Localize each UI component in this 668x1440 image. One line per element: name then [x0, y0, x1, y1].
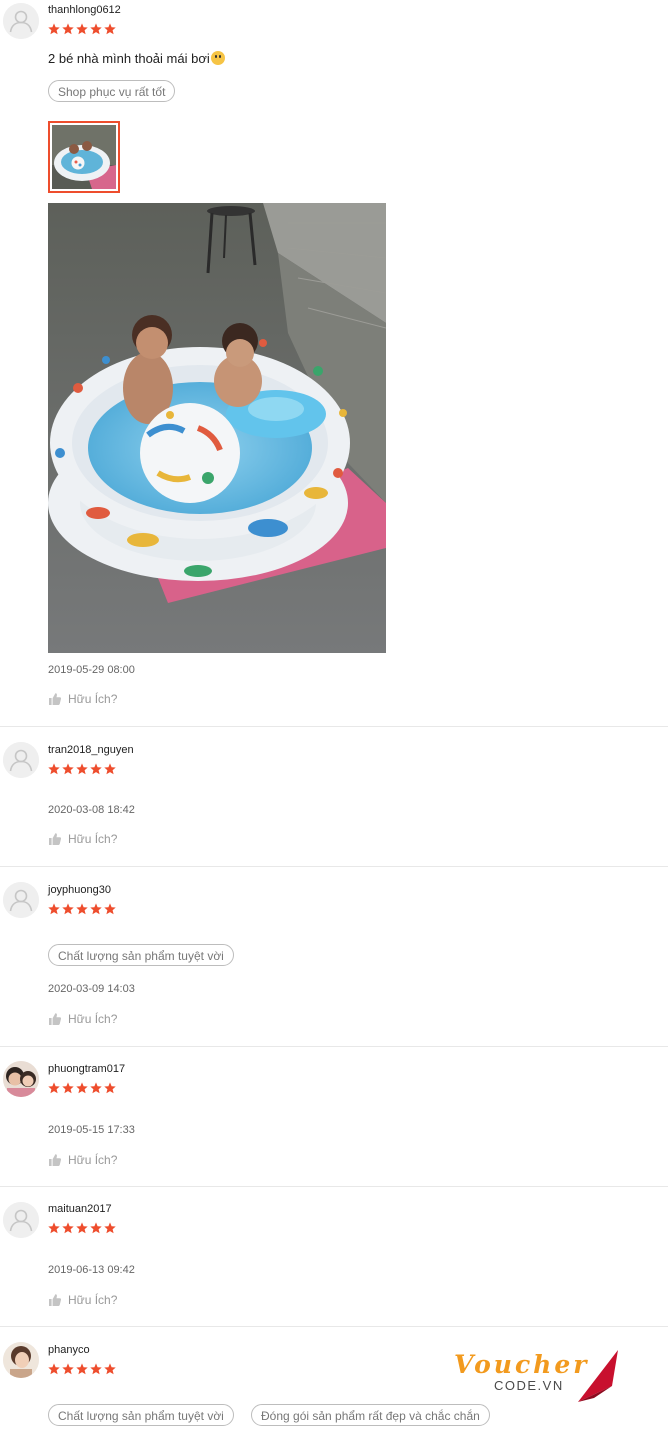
review-tag: Shop phục vụ rất tốt — [48, 80, 176, 102]
star-icon — [76, 903, 88, 915]
review-item: tran2018_nguyen 2020-03-08 18:42 Hữu Ích… — [0, 740, 668, 866]
review-tag: Chất lượng sản phẩm tuyệt vời — [48, 944, 234, 966]
review-divider — [0, 1186, 668, 1187]
rating-stars — [48, 763, 116, 775]
review-date: 2020-03-09 14:03 — [48, 983, 135, 995]
review-username[interactable]: tran2018_nguyen — [48, 744, 134, 756]
star-icon — [104, 1222, 116, 1234]
review-date: 2019-05-29 08:00 — [48, 664, 135, 676]
default-avatar-icon[interactable] — [3, 1202, 39, 1238]
star-icon — [90, 763, 102, 775]
review-date: 2020-03-08 18:42 — [48, 804, 135, 816]
star-icon — [90, 1082, 102, 1094]
rating-stars — [48, 23, 116, 35]
review-item: joyphuong30 Chất lượng sản phẩm tuyệt vờ… — [0, 880, 668, 1046]
star-icon — [76, 1222, 88, 1234]
helpful-button[interactable]: Hữu Ích? — [48, 692, 117, 706]
star-icon — [104, 903, 116, 915]
helpful-label: Hữu Ích? — [68, 1293, 118, 1307]
review-username[interactable]: joyphuong30 — [48, 884, 111, 896]
review-username[interactable]: phuongtram017 — [48, 1063, 125, 1075]
star-icon — [48, 1363, 60, 1375]
star-icon — [62, 763, 74, 775]
review-tag: Chất lượng sản phẩm tuyệt vời — [48, 1404, 234, 1426]
thumbs-up-icon — [48, 1012, 62, 1026]
star-icon — [90, 903, 102, 915]
star-icon — [90, 1363, 102, 1375]
review-divider — [0, 1046, 668, 1047]
review-photo[interactable] — [48, 203, 386, 653]
review-username[interactable]: phanyco — [48, 1344, 90, 1356]
star-icon — [104, 1363, 116, 1375]
helpful-button[interactable]: Hữu Ích? — [48, 1012, 117, 1026]
review-item: thanhlong0612 2 bé nhà mình thoải mái bơ… — [0, 0, 668, 726]
review-date: 2019-05-15 17:33 — [48, 1124, 135, 1136]
star-icon — [62, 903, 74, 915]
helpful-button[interactable]: Hữu Ích? — [48, 832, 117, 846]
star-icon — [76, 23, 88, 35]
star-icon — [48, 1222, 60, 1234]
logo-brand-text: Voucher — [454, 1350, 589, 1379]
review-divider — [0, 1326, 668, 1327]
thumbs-up-icon — [48, 1153, 62, 1167]
rating-stars — [48, 1082, 116, 1094]
grinning-face-emoji-icon — [210, 51, 225, 65]
photo-avatar[interactable] — [3, 1342, 39, 1378]
review-photo-thumbnail[interactable] — [48, 121, 120, 193]
review-username[interactable]: maituan2017 — [48, 1203, 112, 1215]
vouchercode-logo: Voucher CODE.VN — [452, 1346, 624, 1404]
review-divider — [0, 866, 668, 867]
helpful-label: Hữu Ích? — [68, 692, 118, 706]
star-icon — [48, 1082, 60, 1094]
rating-stars — [48, 1363, 116, 1375]
thumbs-up-icon — [48, 832, 62, 846]
photo-avatar[interactable] — [3, 1061, 39, 1097]
star-icon — [76, 1082, 88, 1094]
star-icon — [48, 23, 60, 35]
review-text-content: 2 bé nhà mình thoải mái bơi — [48, 51, 210, 66]
star-icon — [90, 23, 102, 35]
star-icon — [62, 1363, 74, 1375]
review-text: 2 bé nhà mình thoải mái bơi — [48, 51, 225, 66]
review-date: 2019-06-13 09:42 — [48, 1264, 135, 1276]
helpful-button[interactable]: Hữu Ích? — [48, 1153, 117, 1167]
default-avatar-icon[interactable] — [3, 882, 39, 918]
star-icon — [104, 1082, 116, 1094]
helpful-label: Hữu Ích? — [68, 832, 118, 846]
default-avatar-icon[interactable] — [3, 3, 39, 39]
logo-sub-text: CODE.VN — [494, 1378, 564, 1393]
review-divider — [0, 726, 668, 727]
default-avatar-icon[interactable] — [3, 742, 39, 778]
rating-stars — [48, 1222, 116, 1234]
rating-stars — [48, 903, 116, 915]
star-icon — [62, 1222, 74, 1234]
star-icon — [62, 1082, 74, 1094]
thumbs-up-icon — [48, 1293, 62, 1307]
thumbs-up-icon — [48, 692, 62, 706]
helpful-button[interactable]: Hữu Ích? — [48, 1293, 117, 1307]
helpful-label: Hữu Ích? — [68, 1153, 118, 1167]
review-tag: Đóng gói sản phẩm rất đẹp và chắc chắn — [251, 1404, 490, 1426]
star-icon — [104, 23, 116, 35]
star-icon — [76, 1363, 88, 1375]
star-icon — [48, 763, 60, 775]
star-icon — [48, 903, 60, 915]
star-icon — [62, 23, 74, 35]
review-item: maituan2017 2019-06-13 09:42 Hữu Ích? — [0, 1200, 668, 1326]
star-icon — [104, 763, 116, 775]
review-username[interactable]: thanhlong0612 — [48, 4, 121, 16]
star-icon — [90, 1222, 102, 1234]
helpful-label: Hữu Ích? — [68, 1012, 118, 1026]
star-icon — [76, 763, 88, 775]
review-item: phuongtram017 2019-05-15 17:33 Hữu Ích? — [0, 1060, 668, 1186]
